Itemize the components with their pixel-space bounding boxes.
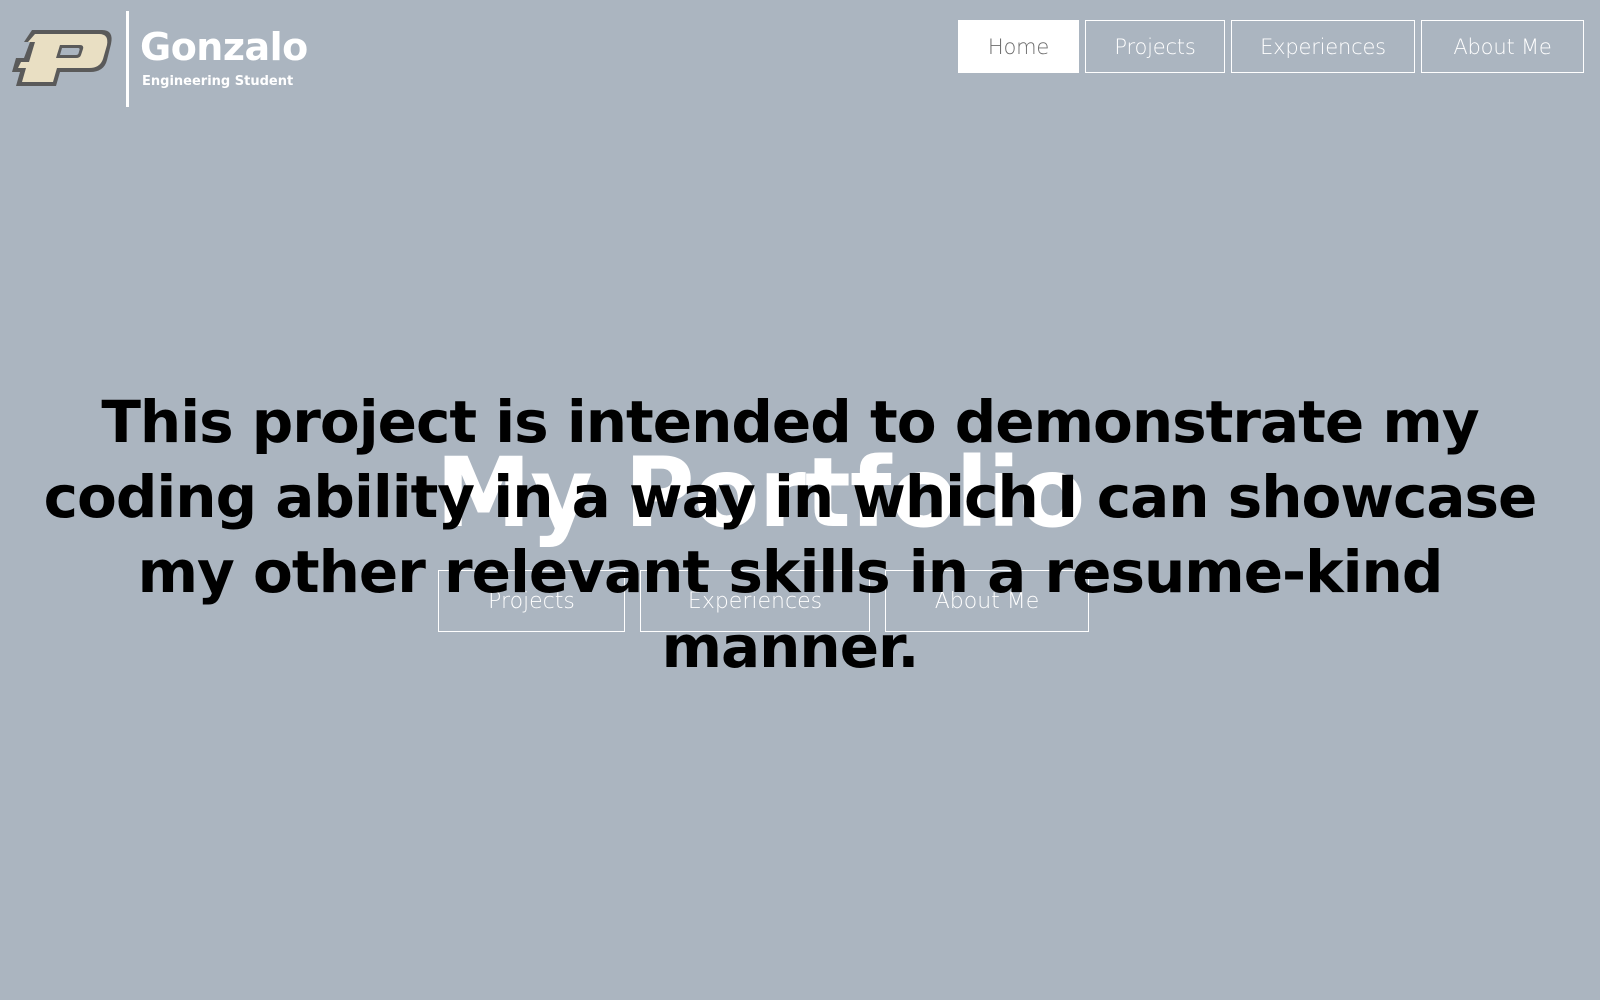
brand-divider [126, 11, 129, 107]
nav-home-button[interactable]: Home [958, 20, 1079, 73]
project-statement: This project is intended to demonstrate … [43, 388, 1538, 681]
nav-about-me-button[interactable]: About Me [1421, 20, 1584, 73]
nav-projects-button[interactable]: Projects [1085, 20, 1225, 73]
brand-name: Gonzalo [140, 25, 308, 69]
nav-experiences-button[interactable]: Experiences [1231, 20, 1415, 73]
top-nav: Home Projects Experiences About Me [958, 20, 1584, 73]
brand[interactable]: Gonzalo Engineering Student [10, 10, 308, 108]
brand-subtitle: Engineering Student [142, 74, 294, 89]
brand-text: Gonzalo Engineering Student [140, 26, 308, 90]
page: Gonzalo Engineering Student Home Project… [0, 0, 1600, 1000]
purdue-p-logo-icon [12, 30, 112, 86]
